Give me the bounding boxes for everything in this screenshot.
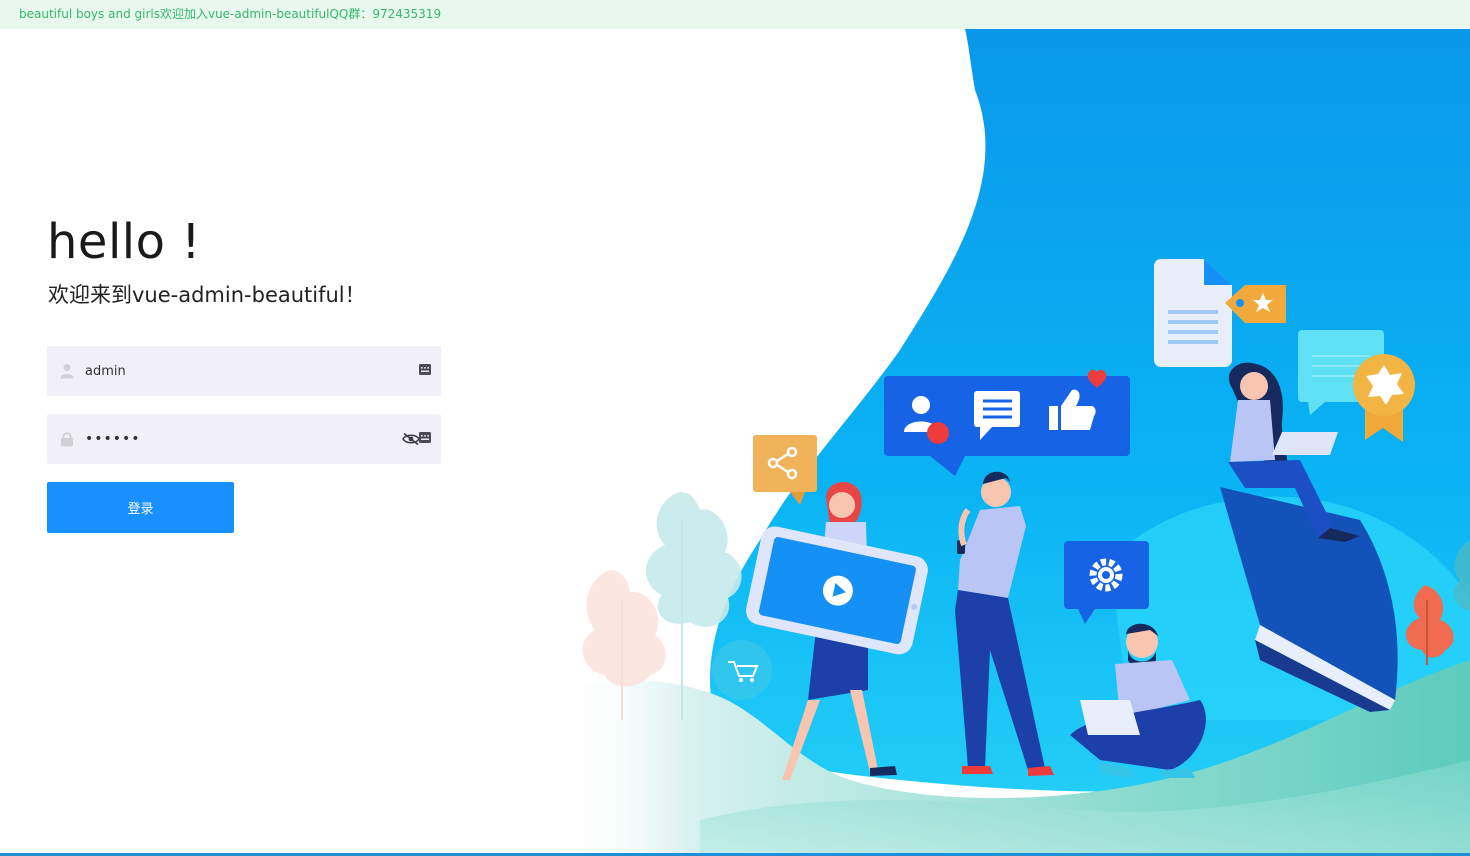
lock-icon: [61, 432, 73, 447]
login-panel: hello ! 欢迎来到vue-admin-beautiful！ admin •…: [47, 210, 447, 533]
keyboard-icon[interactable]: [419, 364, 431, 375]
username-input[interactable]: [85, 346, 385, 396]
greeting-title: hello !: [47, 214, 201, 270]
login-page: beautiful boys and girls欢迎加入vue-admin-be…: [0, 0, 1470, 856]
cart-badge: [712, 640, 772, 700]
user-icon: [60, 364, 74, 379]
keyboard-icon[interactable]: [419, 432, 431, 443]
notice-bar: beautiful boys and girls欢迎加入vue-admin-be…: [0, 0, 1470, 29]
login-button[interactable]: 登录: [47, 482, 234, 533]
welcome-subtitle: 欢迎来到vue-admin-beautiful！: [48, 283, 366, 307]
password-field[interactable]: [47, 414, 441, 464]
password-input[interactable]: [85, 414, 385, 464]
username-field[interactable]: [47, 346, 441, 396]
eye-off-icon[interactable]: [402, 432, 420, 446]
